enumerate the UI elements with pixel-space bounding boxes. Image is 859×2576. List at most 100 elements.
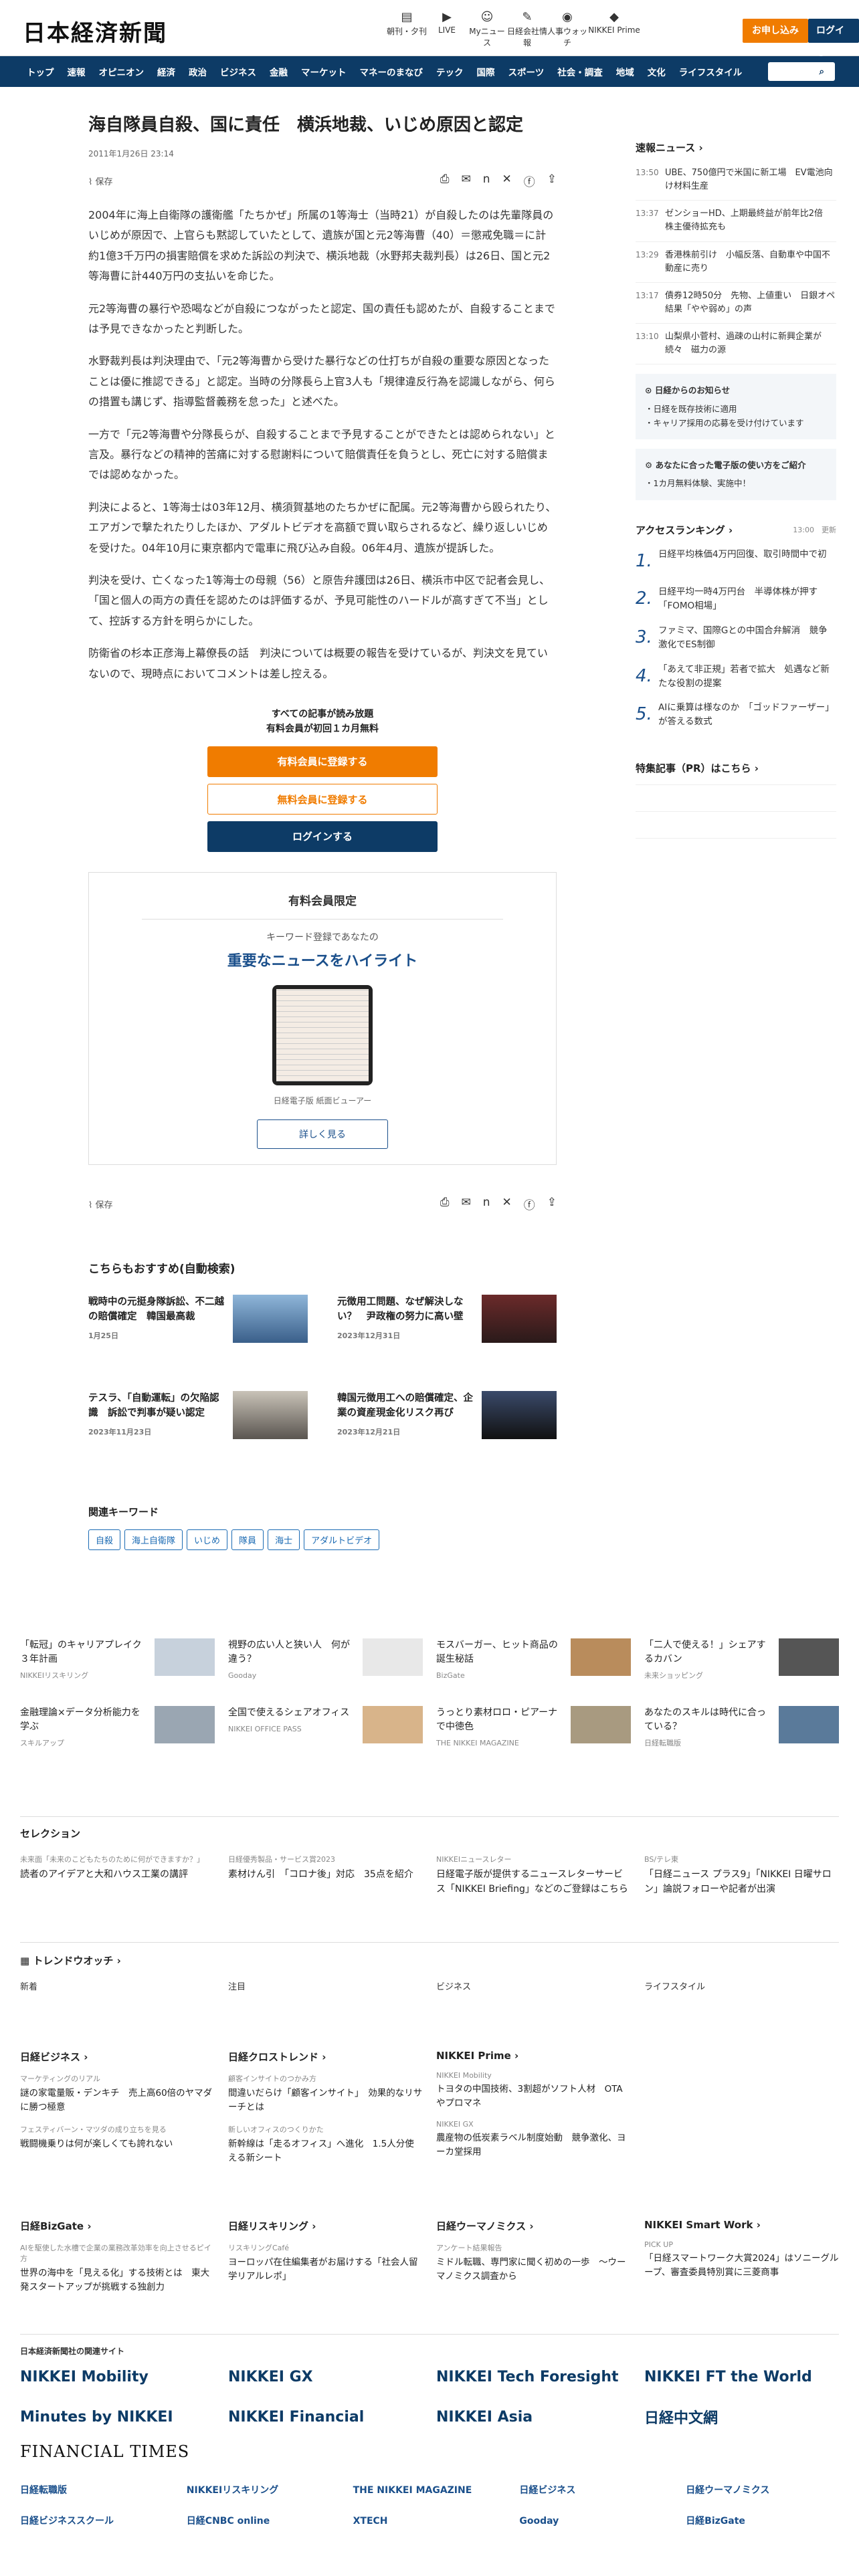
group-logo[interactable]: NIKKEI Tech Foresight <box>436 2363 631 2390</box>
ad-item[interactable]: あなたのスキルは時代に合っている？ 日経転職版 <box>644 1705 839 1749</box>
nav-item[interactable]: マネーのまなび <box>353 65 430 78</box>
trend-col[interactable]: 注目 <box>228 1979 423 1992</box>
selection-item[interactable]: NIKKEIニュースレター 日経電子版が提供するニュースレターサービス「NIKKE… <box>436 1854 631 1897</box>
nav-item[interactable]: 金融 <box>263 65 294 78</box>
header-icon-paper[interactable]: ▤ 朝刊・夕刊 <box>387 9 427 48</box>
nav-search-input[interactable]: 記事・検索 ⌕ <box>768 62 835 81</box>
flash-item[interactable]: 13:29 香港株前引け 小幅反落、自動車や中国不動産に売り <box>636 242 836 283</box>
brand-title[interactable]: 日経ウーマノミクス › <box>436 2219 631 2233</box>
brand-text[interactable]: ミドル転職、専門家に聞く初めの一歩 ～ウーマノミクス調査から <box>436 2256 631 2284</box>
brand-text[interactable]: トヨタの中国技術、3割超がソフト人材 OTAやプロマネ <box>436 2082 631 2111</box>
group-logo[interactable]: NIKKEI GX <box>228 2363 423 2390</box>
nav-item[interactable]: ビジネス <box>213 65 263 78</box>
ad-item[interactable]: 金融理論×データ分析能力を学ぶ スキルアップ <box>20 1705 215 1749</box>
brand-text[interactable]: 農産物の低炭素ラベル制度始動 競争激化、ヨーカ堂採用 <box>436 2131 631 2159</box>
nav-item[interactable]: マーケット <box>294 65 353 78</box>
group-logo[interactable]: NIKKEI Financial <box>228 2403 423 2430</box>
flash-news-title[interactable]: 速報ニュース › <box>636 140 836 154</box>
small-logo[interactable]: XTECH <box>353 2512 506 2531</box>
nav-item[interactable]: オピニオン <box>92 65 151 78</box>
facebook-icon[interactable]: ⓕ <box>524 173 535 189</box>
ad-item[interactable]: 全国で使えるシェアオフィス NIKKEI OFFICE PASS <box>228 1705 423 1749</box>
info-item[interactable]: ・キャリア採用の応募を受け付けています <box>645 416 827 430</box>
brand-text[interactable]: 世界の海中を「見える化」する技術とは 東大発スタートアップが挑戦する独創力 <box>20 2266 215 2294</box>
info-title[interactable]: ⊙ 日経からのお知らせ <box>645 383 827 397</box>
nav-item[interactable]: ライフスタイル <box>672 65 749 78</box>
brand-text[interactable]: 間違いだらけ「顧客インサイト」 効果的なリサーチとは <box>228 2086 423 2115</box>
keyword-tag[interactable]: 海上自衛隊 <box>124 1529 183 1550</box>
ad-item[interactable]: 「二人で使える！」シェアするカバン 未来ショッピング <box>644 1638 839 1682</box>
group-logo[interactable]: NIKKEI Asia <box>436 2403 631 2430</box>
free-register-button[interactable]: 無料会員に登録する <box>207 783 438 815</box>
nav-item[interactable]: スポーツ <box>502 65 551 78</box>
flash-item[interactable]: 13:37 ゼンショーHD、上期最終益が前年比2倍 株主優待拡充も <box>636 201 836 242</box>
flash-item[interactable]: 13:50 UBE、750億円で米国に新工場 EV電池向け材料生産 <box>636 160 836 201</box>
header-icon-jinji[interactable]: ◉ 人事ウォッチ <box>547 9 587 48</box>
print-icon[interactable]: ⎙ <box>440 173 450 189</box>
ranking-item[interactable]: 1. 日経平均株価4万円回復、取引時間中で初 <box>636 548 836 574</box>
account-title[interactable]: ⚙ あなたに合った電子版の使い方をご紹介 <box>645 458 827 472</box>
trend-col[interactable]: 新着 <box>20 1979 215 1992</box>
recommend-item[interactable]: 韓国元徴用工への賠償確定、企業の資産現金化リスク再び 2023年12月21日 <box>337 1390 557 1465</box>
brand-title[interactable]: 日経BizGate › <box>20 2219 215 2233</box>
keyword-tag[interactable]: アダルトビデオ <box>304 1529 380 1550</box>
login-button[interactable]: ログイン <box>808 19 859 60</box>
x-icon[interactable]: ✕ <box>502 173 512 189</box>
ranking-item[interactable]: 5. AIに乗算は様なのか 「ゴッドファーザー」が答える数式 <box>636 701 836 729</box>
nav-item[interactable]: 社会・調査 <box>551 65 609 78</box>
nav-item[interactable]: 文化 <box>641 65 672 78</box>
note-icon[interactable]: n <box>483 1196 490 1212</box>
save-button[interactable]: ⌇ 保存 <box>88 175 113 187</box>
promo-more-button[interactable]: 詳しく見る <box>257 1119 388 1149</box>
nav-item[interactable]: 速報 <box>61 65 92 78</box>
save-button-bottom[interactable]: ⌇ 保存 <box>88 1198 113 1210</box>
small-logo[interactable]: NIKKEIリスキリング <box>187 2481 340 2500</box>
keyword-tag[interactable]: いじめ <box>187 1529 228 1550</box>
small-logo[interactable]: 日経転職版 <box>20 2481 173 2500</box>
share-icon[interactable]: ⇪ <box>547 173 557 189</box>
trend-title[interactable]: ▦ トレンドウオッチ › <box>20 1953 839 1967</box>
nav-item[interactable]: テック <box>430 65 470 78</box>
keyword-tag[interactable]: 自殺 <box>88 1529 121 1550</box>
note-icon[interactable]: n <box>483 173 490 189</box>
info-item[interactable]: ・日経を既存技術に適用 <box>645 402 827 416</box>
header-icon-company[interactable]: ✎ 日経会社情報 <box>507 9 547 48</box>
selection-item[interactable]: 日経優秀製品・サービス賞2023 素材けん引 「コロナ後」対応 35点を紹介 <box>228 1854 423 1897</box>
share-icon[interactable]: ⇪ <box>547 1196 557 1212</box>
small-logo[interactable]: 日経ビジネス <box>519 2481 672 2500</box>
nav-item[interactable]: 経済 <box>151 65 182 78</box>
small-logo[interactable]: 日経ビジネススクール <box>20 2512 173 2531</box>
brand-title[interactable]: NIKKEI Smart Work › <box>644 2219 839 2231</box>
small-logo[interactable]: 日経CNBC online <box>187 2512 340 2531</box>
header-icon-live[interactable]: ▶ LIVE <box>427 9 467 48</box>
recommend-item[interactable]: 戦時中の元挺身隊訴訟、不二越の賠償確定 韓国最高裁 1月25日 <box>88 1294 308 1368</box>
nav-item[interactable]: 国際 <box>470 65 502 78</box>
trend-col[interactable]: ライフスタイル <box>644 1979 839 1992</box>
nav-item[interactable]: 地域 <box>609 65 641 78</box>
keyword-tag[interactable]: 隊員 <box>231 1529 264 1550</box>
header-icon-mynews[interactable]: ☺ Myニュース <box>467 9 507 48</box>
brand-title[interactable]: 日経リスキリング › <box>228 2219 423 2233</box>
brand-title[interactable]: 日経クロストレンド › <box>228 2050 423 2064</box>
brand-text[interactable]: 謎の家電量販・デンキチ 売上高60倍のヤマダに勝つ極意 <box>20 2086 215 2115</box>
site-logo[interactable]: 日本経済新聞 <box>23 15 167 47</box>
x-icon[interactable]: ✕ <box>502 1196 512 1212</box>
brand-text[interactable]: 「日経スマートワーク大賞2024」はソニーグループ、審査委員特別賞に三菱商事 <box>644 2252 839 2280</box>
ad-item[interactable]: モスバーガー、ヒット商品の誕生秘話 BizGate <box>436 1638 631 1682</box>
keyword-tag[interactable]: 海士 <box>268 1529 300 1550</box>
ranking-item[interactable]: 3. ファミマ、国際Gとの中国合弁解消 競争激化でES制御 <box>636 624 836 652</box>
ft-logo[interactable]: FINANCIAL TIMES <box>20 2442 839 2461</box>
small-logo[interactable]: 日経BizGate <box>686 2512 839 2531</box>
small-logo[interactable]: 日経ウーマノミクス <box>686 2481 839 2500</box>
ad-item[interactable]: うっとり素材ロロ・ピアーナで中徳色 THE NIKKEI MAGAZINE <box>436 1705 631 1749</box>
recommend-item[interactable]: テスラ、「自動運転」の欠陥認識 訴訟で判事が疑い認定 2023年11月23日 <box>88 1390 308 1465</box>
brand-text[interactable]: 戦闘機乗りは何が楽しくても誇れない <box>20 2137 215 2151</box>
group-logo[interactable]: 日経中文網 <box>644 2403 839 2430</box>
nav-item[interactable]: トップ <box>20 65 61 78</box>
group-logo[interactable]: NIKKEI FT the World <box>644 2363 839 2390</box>
selection-item[interactable]: 未来面「未来のこどもたちのために何ができますか？」 読者のアイデアと大和ハウス工業… <box>20 1854 215 1897</box>
ranking-title[interactable]: アクセスランキング › <box>636 523 733 537</box>
brand-text[interactable]: 新幹線は「走るオフィス」へ進化 1.5人分使える新シート <box>228 2137 423 2165</box>
ranking-item[interactable]: 4. 「あえて非正規」若者で拡大 処遇など新たな役割の提案 <box>636 663 836 691</box>
ad-item[interactable]: 「転冠」のキャリアプレイク３年計画 NIKKEIリスキリング <box>20 1638 215 1682</box>
